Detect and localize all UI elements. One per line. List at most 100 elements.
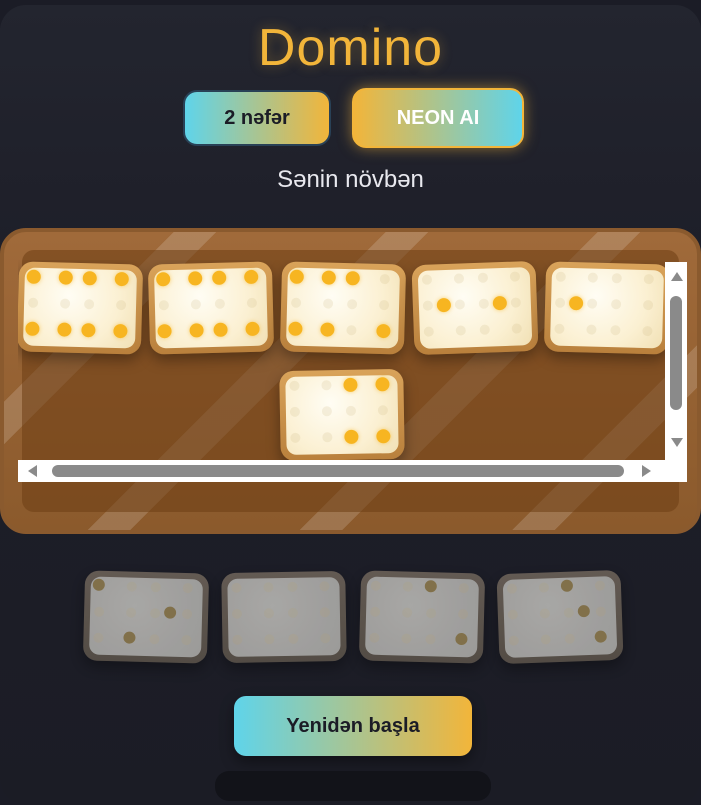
pip-slot <box>610 299 622 310</box>
pip-slot <box>539 608 551 619</box>
pip-slot <box>508 635 519 646</box>
pip-slot <box>587 272 598 283</box>
pip-slot <box>287 607 299 618</box>
pip-slot <box>402 581 413 592</box>
pip <box>289 269 304 284</box>
tile-right-half <box>423 580 471 647</box>
pip-slot <box>642 325 653 337</box>
pip-slot <box>149 634 160 645</box>
pip-slot <box>611 273 622 284</box>
pip-slot <box>288 633 299 644</box>
pip-slot <box>477 272 489 283</box>
pip-slot <box>345 405 357 416</box>
pip-slot <box>263 582 274 593</box>
pip-slot <box>59 298 71 309</box>
scroll-right-arrow-icon[interactable] <box>642 465 651 477</box>
pip-slot <box>150 582 161 593</box>
pip-slot <box>540 634 551 645</box>
pip <box>213 322 228 337</box>
tile-left-half <box>367 579 415 646</box>
two-players-button[interactable]: 2 nəfər <box>183 90 331 146</box>
pip-slot <box>586 298 598 309</box>
pip-slot <box>264 634 275 645</box>
pip-slot <box>232 634 243 645</box>
pip-slot <box>511 323 522 334</box>
hand-domino-tile[interactable] <box>221 570 347 664</box>
pip-slot <box>158 300 170 311</box>
pip-slot <box>231 582 242 593</box>
tile-right-half <box>285 579 332 646</box>
horizontal-scrollbar[interactable] <box>18 460 687 482</box>
pip <box>58 270 73 285</box>
vertical-scroll-thumb[interactable] <box>670 296 682 410</box>
scroll-left-arrow-icon[interactable] <box>28 465 37 477</box>
hand-domino-tile[interactable] <box>82 570 210 664</box>
turn-indicator: Sənin növbən <box>277 166 424 193</box>
pip-slot <box>289 380 300 391</box>
pip-slot <box>425 608 437 619</box>
pip-slot <box>321 380 332 391</box>
pip-slot <box>506 583 518 594</box>
pip-slot <box>423 326 434 337</box>
horizontal-scroll-thumb[interactable] <box>52 465 624 477</box>
pip-slot <box>457 608 469 620</box>
pip-slot <box>370 580 381 591</box>
pip <box>157 324 172 339</box>
restart-button[interactable]: Yenidən başla <box>234 696 472 756</box>
pip <box>320 322 335 337</box>
pip-slot <box>346 299 358 310</box>
pip <box>25 321 40 336</box>
pip <box>492 295 508 311</box>
scroll-down-arrow-icon[interactable] <box>671 438 683 447</box>
pip-slot <box>182 582 193 594</box>
tile-right-half <box>343 377 391 444</box>
pip-slot <box>125 607 137 618</box>
pip-slot <box>401 607 413 618</box>
pip-slot <box>554 297 566 308</box>
pip-slot <box>346 325 357 336</box>
pip-slot <box>190 299 202 310</box>
pip <box>244 269 259 285</box>
pip-slot <box>126 581 137 592</box>
pip <box>212 270 227 285</box>
neon-ai-button[interactable]: NEON AI <box>352 88 524 148</box>
hand-domino-tile[interactable] <box>358 570 486 664</box>
pip-slot <box>263 608 275 619</box>
board-domino-tile[interactable] <box>18 261 144 355</box>
pip-slot <box>455 325 466 336</box>
pip <box>344 429 359 444</box>
board-scroll-area[interactable] <box>18 260 665 460</box>
pip-slot <box>564 633 575 644</box>
footer-bar <box>215 771 491 801</box>
pip-slot <box>181 634 192 646</box>
pip-slot <box>289 406 301 417</box>
tile-left-half <box>552 270 600 337</box>
pip <box>113 323 128 339</box>
board-domino-tile[interactable] <box>411 260 539 356</box>
pip <box>375 377 390 392</box>
pip <box>436 297 452 313</box>
pip <box>114 271 129 287</box>
board-domino-tile[interactable] <box>147 261 275 355</box>
board-domino-tile[interactable] <box>279 368 405 460</box>
tile-right-half <box>560 578 609 646</box>
pip-slot <box>214 298 226 309</box>
pip-slot <box>453 273 465 284</box>
pip-slot <box>554 323 565 334</box>
scroll-up-arrow-icon[interactable] <box>671 272 683 281</box>
vertical-scrollbar[interactable] <box>665 262 687 460</box>
board-domino-tile[interactable] <box>543 261 665 355</box>
pip-slot <box>27 297 39 308</box>
pip-slot <box>555 271 566 282</box>
pip-slot <box>322 298 334 309</box>
pip <box>343 377 358 392</box>
hand-domino-tile[interactable] <box>496 569 624 665</box>
pip <box>82 271 97 286</box>
pip-slot <box>369 632 380 643</box>
game-title: Domino <box>257 19 444 77</box>
pip-slot <box>454 299 466 310</box>
pip-slot <box>563 607 575 618</box>
board-domino-tile[interactable] <box>279 261 407 355</box>
pip-slot <box>181 608 193 620</box>
pip-slot <box>538 582 550 593</box>
